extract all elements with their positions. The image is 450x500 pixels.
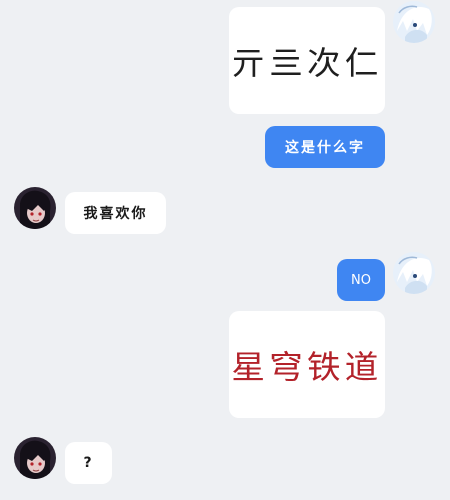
handwritten-text: 星穹铁道 [231,347,383,386]
image-message-handwriting-2[interactable]: 星穹铁道 [229,311,385,418]
message-bubble-sent[interactable]: NO [337,259,385,301]
message-bubble-received[interactable]: 我喜欢你 [65,192,166,234]
message-bubble-sent[interactable]: 这是什么字 [265,126,385,168]
dark-haired-avatar-icon [14,187,56,229]
contact-avatar[interactable] [14,187,56,229]
self-avatar[interactable] [393,1,435,43]
message-text: ? [83,455,94,471]
message-text: 这是什么字 [285,140,365,156]
message-text: NO [351,272,371,288]
message-bubble-received[interactable]: ? [65,442,112,484]
white-haired-avatar-icon [393,1,435,43]
dark-haired-avatar-icon [14,437,56,479]
message-text: 我喜欢你 [83,206,148,222]
image-message-handwriting-1[interactable]: 亓亖次仁 [229,7,385,114]
contact-avatar[interactable] [14,437,56,479]
chat-view: 亓亖次仁 这是什么字 我喜欢你 NO 星穹铁道 ? [0,0,450,500]
handwritten-text: 亓亖次仁 [231,43,383,82]
self-avatar[interactable] [393,252,435,294]
white-haired-avatar-icon [393,252,435,294]
